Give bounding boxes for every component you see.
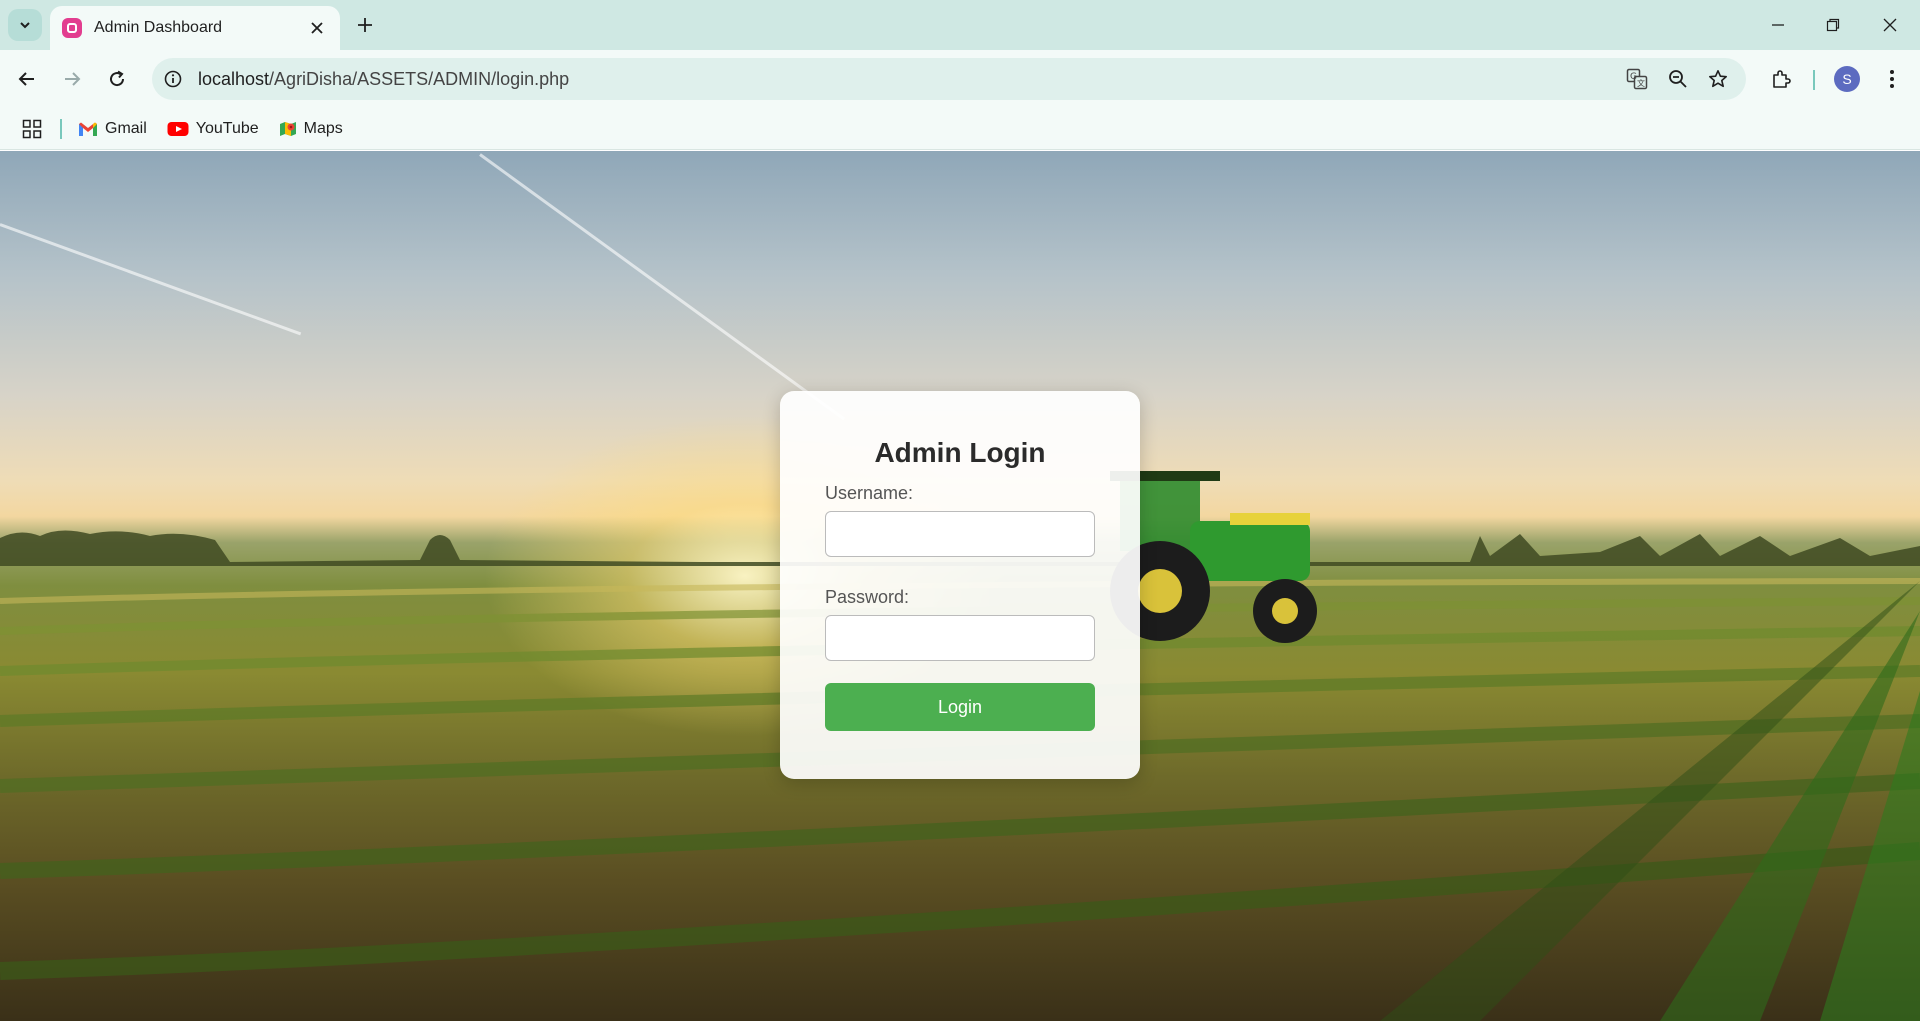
star-icon [1709, 70, 1727, 88]
reload-icon [110, 70, 125, 87]
password-label: Password: [825, 587, 910, 607]
youtube-icon [167, 121, 189, 137]
reload-button[interactable] [99, 61, 135, 97]
browser-toolbar: localhost/AgriDisha/ASSETS/ADMIN/login.p… [0, 50, 1920, 108]
minimize-button[interactable] [1760, 10, 1796, 40]
svg-text:文: 文 [1637, 78, 1645, 88]
bookmark-label: Maps [303, 119, 343, 137]
restore-button[interactable] [1815, 10, 1851, 40]
zoom-button[interactable] [1663, 64, 1693, 94]
close-icon [311, 22, 323, 34]
contrail [479, 153, 845, 421]
extensions-button[interactable] [1763, 61, 1799, 97]
more-vertical-icon [1890, 70, 1894, 88]
avatar: S [1834, 66, 1860, 92]
zoom-out-icon [1669, 70, 1687, 88]
forward-button[interactable] [54, 61, 90, 97]
login-title: Admin Login [874, 437, 1046, 468]
login-card: Admin Login Username: Password: Login [780, 391, 1140, 779]
bookmark-youtube[interactable]: YouTube [167, 120, 259, 138]
username-input[interactable] [825, 511, 1095, 557]
tab-search-button[interactable] [8, 9, 42, 41]
minimize-icon [1772, 24, 1784, 26]
bookmark-star-button[interactable] [1703, 64, 1733, 94]
restore-icon [1826, 18, 1840, 32]
chevron-down-icon [20, 22, 30, 29]
new-tab-button[interactable] [352, 12, 378, 38]
url-text: localhost/AgriDisha/ASSETS/ADMIN/login.p… [198, 69, 569, 90]
username-label: Username: [825, 483, 914, 503]
close-window-button[interactable] [1872, 10, 1908, 40]
login-button[interactable]: Login [825, 683, 1095, 731]
puzzle-icon [1773, 70, 1791, 88]
info-icon [164, 70, 182, 88]
address-bar[interactable]: localhost/AgriDisha/ASSETS/ADMIN/login.p… [152, 58, 1746, 100]
password-input[interactable] [825, 615, 1095, 661]
bookmark-maps[interactable]: Maps [279, 120, 343, 138]
tab-strip: Admin Dashboard [0, 0, 1920, 50]
svg-text:G: G [1630, 72, 1637, 82]
apps-grid-icon [22, 119, 42, 138]
site-info-button[interactable] [158, 64, 188, 94]
arrow-left-icon [18, 72, 34, 86]
url-host: localhost [198, 68, 270, 89]
bookmark-gmail[interactable]: Gmail [78, 120, 147, 138]
maps-icon [279, 120, 297, 138]
gmail-icon [78, 121, 98, 137]
back-button[interactable] [9, 61, 45, 97]
browser-menu-button[interactable] [1874, 61, 1910, 97]
profile-button[interactable]: S [1829, 61, 1865, 97]
bookmarks-bar: Gmail YouTube Maps [0, 108, 1920, 150]
tab-favicon-icon [62, 18, 82, 38]
bookmark-label: Gmail [105, 119, 147, 137]
apps-button[interactable] [20, 117, 44, 141]
tab-admin-dashboard[interactable]: Admin Dashboard [50, 6, 340, 50]
bookmarks-divider [60, 118, 62, 139]
translate-icon: G文 [1626, 68, 1648, 90]
plus-icon [358, 18, 372, 32]
translate-button[interactable]: G文 [1622, 64, 1652, 94]
contrail [0, 223, 302, 336]
close-icon [1883, 18, 1897, 32]
bookmark-label: YouTube [195, 119, 259, 137]
toolbar-divider [1813, 70, 1815, 90]
page-background-farm-scene: Admin Login Username: Password: Login [0, 151, 1920, 1021]
arrow-right-icon [65, 72, 81, 86]
url-path: /AgriDisha/ASSETS/ADMIN/login.php [269, 68, 570, 89]
tab-title: Admin Dashboard [94, 19, 223, 36]
tab-close-button[interactable] [306, 17, 328, 39]
